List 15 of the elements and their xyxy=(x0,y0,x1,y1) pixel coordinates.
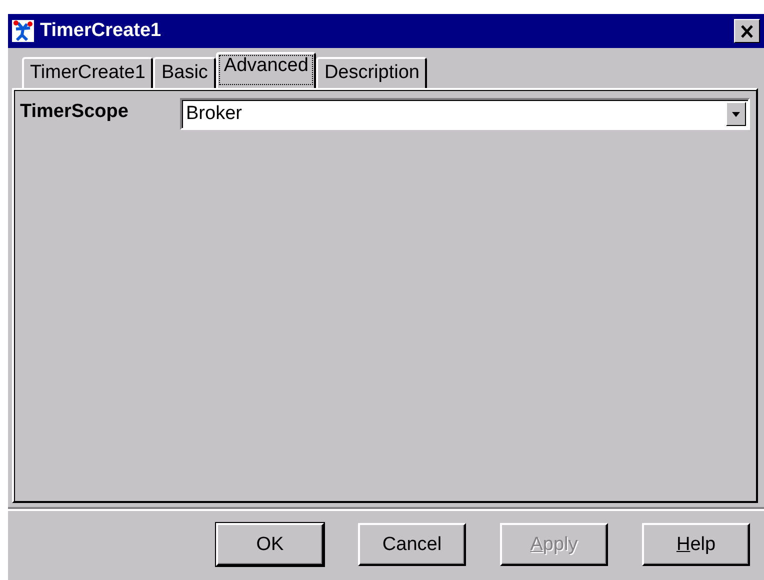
window-title: TimerCreate1 xyxy=(40,20,162,42)
dialog-button[interactable]: Help xyxy=(642,523,750,566)
dialog-button[interactable]: Cancel xyxy=(358,523,466,566)
close-icon[interactable] xyxy=(740,24,754,38)
caret-icon[interactable] xyxy=(732,112,740,116)
app-icon xyxy=(12,20,34,42)
field-label: TimerScope xyxy=(20,101,130,123)
tab[interactable]: Description xyxy=(316,57,428,88)
tab[interactable]: TimerCreate1 xyxy=(22,57,154,88)
dialog-button[interactable]: OK xyxy=(216,523,324,566)
tab[interactable]: Basic xyxy=(153,57,216,88)
dropdown-field[interactable]: Broker xyxy=(180,98,750,130)
dropdown-button[interactable] xyxy=(726,102,746,126)
tab[interactable]: Advanced xyxy=(216,52,316,88)
close-button[interactable] xyxy=(734,19,760,43)
